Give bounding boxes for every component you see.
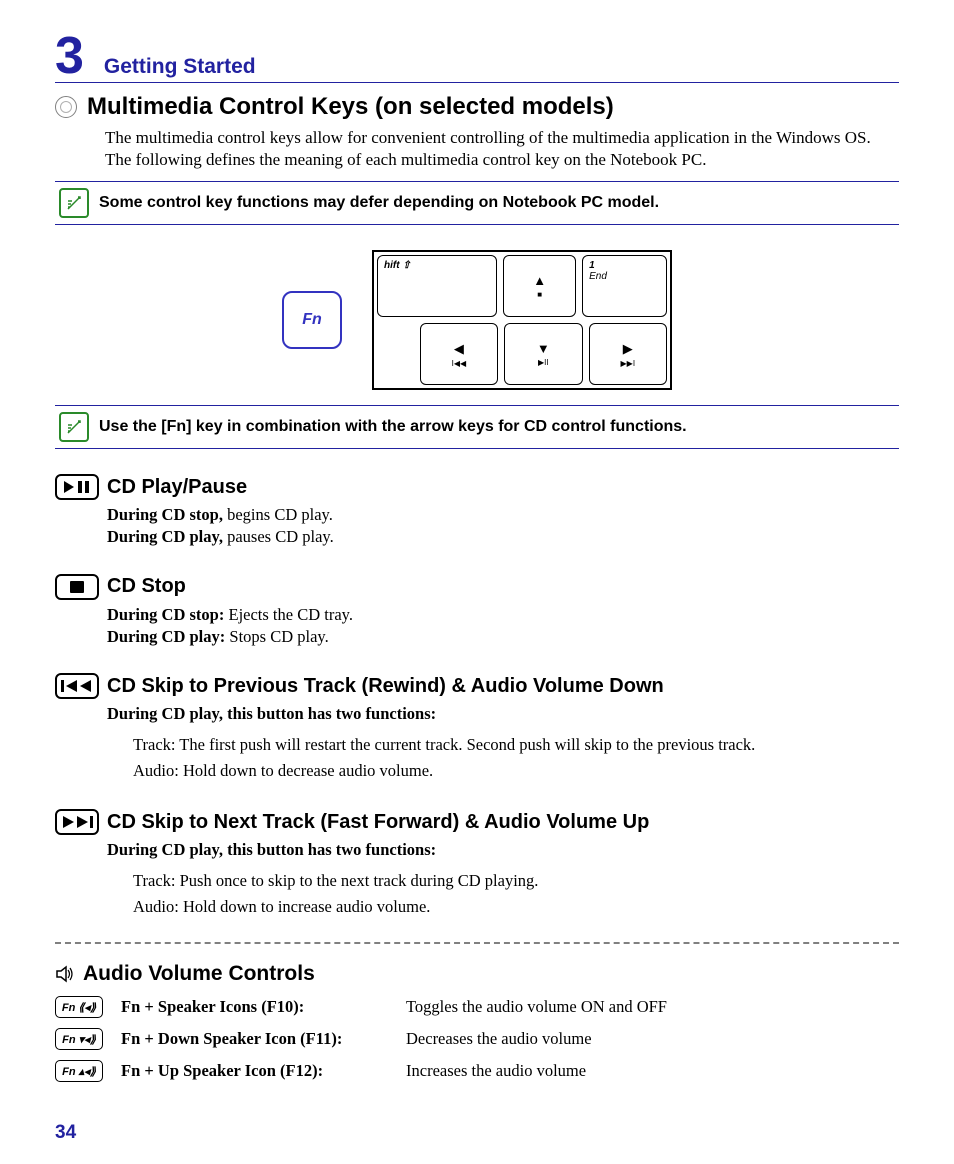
volume-controls-table: Fn ⟪◂⟫ Fn + Speaker Icons (F10): Toggles… [55, 996, 899, 1082]
fn-f12-icon: Fn ▴◂⟫ [55, 1060, 103, 1082]
chapter-header: 3 Getting Started [55, 30, 899, 83]
skip-next-icon [55, 809, 99, 835]
chapter-title: Getting Started [104, 55, 256, 79]
volume-row: Fn ⟪◂⟫ Fn + Speaker Icons (F10): Toggles… [55, 996, 899, 1018]
intro-paragraph: The multimedia control keys allow for co… [105, 127, 899, 171]
speaker-icon [55, 964, 75, 984]
note-text-1: Some control key functions may defer dep… [99, 194, 659, 212]
left-arrow-key: ◀I◀◀ [420, 323, 498, 385]
note-icon [59, 412, 89, 442]
section-heading-row: Multimedia Control Keys (on selected mod… [55, 93, 899, 121]
skip-previous-icon [55, 673, 99, 699]
volume-label: Fn + Up Speaker Icon (F12): [121, 1061, 406, 1081]
dashed-separator [55, 942, 899, 944]
section-title: CD Stop [107, 575, 186, 598]
right-arrow-key: ▶▶▶I [589, 323, 667, 385]
section-body: During CD play, this button has two func… [107, 839, 899, 861]
section-title: CD Play/Pause [107, 476, 247, 499]
page-number: 34 [55, 1122, 899, 1144]
section-title: CD Skip to Previous Track (Rewind) & Aud… [107, 675, 664, 698]
end-key: 1End [582, 255, 667, 317]
chapter-number: 3 [55, 30, 84, 82]
section-details: Track: The first push will restart the c… [133, 732, 899, 785]
volume-desc: Increases the audio volume [406, 1061, 586, 1081]
section-play-pause: CD Play/Pause During CD stop, begins CD … [55, 474, 899, 549]
shift-key: hift ⇧ [377, 255, 497, 317]
page-container: 3 Getting Started Multimedia Control Key… [0, 0, 954, 1164]
audio-controls-heading: Audio Volume Controls [83, 962, 315, 986]
section-stop: CD Stop During CD stop: Ejects the CD tr… [55, 574, 899, 649]
section-body: During CD stop, begins CD play. During C… [107, 504, 899, 549]
section-prev-track: CD Skip to Previous Track (Rewind) & Aud… [55, 673, 899, 784]
volume-row: Fn ▾◂⟫ Fn + Down Speaker Icon (F11): Dec… [55, 1028, 899, 1050]
volume-label: Fn + Speaker Icons (F10): [121, 997, 406, 1017]
section-title: CD Skip to Next Track (Fast Forward) & A… [107, 811, 649, 834]
cd-disc-icon [55, 96, 77, 118]
keyboard-illustration: Fn hift ⇧ ▲■ 1End ◀I◀◀ ▼▶II ▶▶▶I [55, 250, 899, 390]
audio-controls-heading-row: Audio Volume Controls [55, 962, 899, 986]
fn-f10-icon: Fn ⟪◂⟫ [55, 996, 103, 1018]
note-icon [59, 188, 89, 218]
section-body: During CD play, this button has two func… [107, 703, 899, 725]
volume-desc: Decreases the audio volume [406, 1029, 592, 1049]
keypad-illustration: hift ⇧ ▲■ 1End ◀I◀◀ ▼▶II ▶▶▶I [372, 250, 672, 390]
volume-row: Fn ▴◂⟫ Fn + Up Speaker Icon (F12): Incre… [55, 1060, 899, 1082]
volume-desc: Toggles the audio volume ON and OFF [406, 997, 667, 1017]
fn-key-icon: Fn [282, 291, 342, 349]
note-text-2: Use the [Fn] key in combination with the… [99, 418, 687, 436]
section-next-track: CD Skip to Next Track (Fast Forward) & A… [55, 809, 899, 920]
section-heading: Multimedia Control Keys (on selected mod… [87, 93, 614, 121]
stop-icon [55, 574, 99, 600]
play-pause-icon [55, 474, 99, 500]
section-details: Track: Push once to skip to the next tra… [133, 868, 899, 921]
down-arrow-key: ▼▶II [504, 323, 582, 385]
note-block-1: Some control key functions may defer dep… [55, 181, 899, 225]
up-arrow-key: ▲■ [503, 255, 576, 317]
section-body: During CD stop: Ejects the CD tray. Duri… [107, 604, 899, 649]
fn-f11-icon: Fn ▾◂⟫ [55, 1028, 103, 1050]
note-block-2: Use the [Fn] key in combination with the… [55, 405, 899, 449]
volume-label: Fn + Down Speaker Icon (F11): [121, 1029, 406, 1049]
